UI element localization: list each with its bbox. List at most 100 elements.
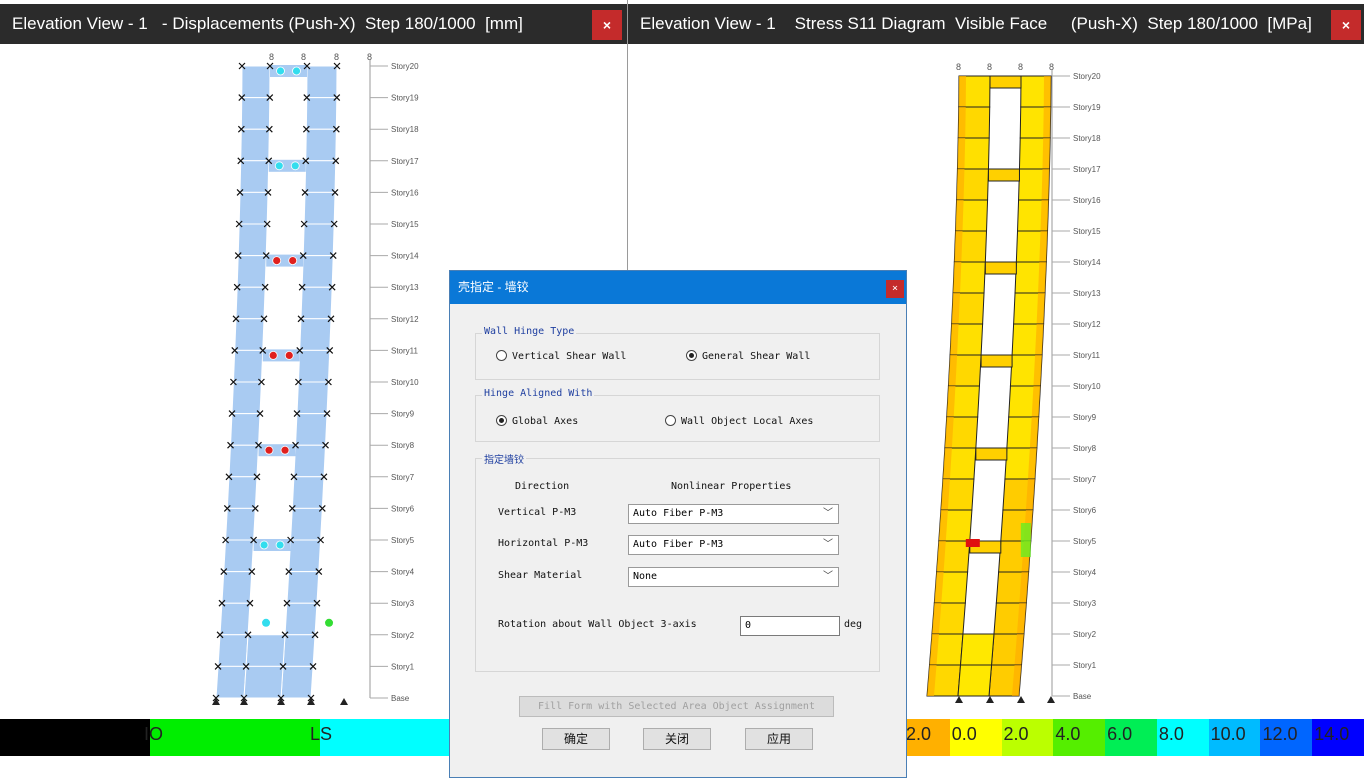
wall-pier-panel [305, 97, 338, 130]
support-icon [986, 696, 994, 703]
support-icon [955, 696, 963, 703]
radio-icon [496, 350, 507, 361]
stress-gradient-strip [1040, 200, 1049, 231]
shear-material-select[interactable]: None ﹀ [628, 567, 839, 587]
legend-tick-label: 6.0 [1107, 724, 1133, 744]
global-axes-radio[interactable]: Global Axes [496, 415, 578, 427]
wall-pier-panel [239, 160, 270, 193]
legend-label: LS [310, 724, 333, 744]
vertical-pm3-select[interactable]: Auto Fiber P-M3 ﹀ [628, 504, 839, 524]
wall-pier-panel [282, 634, 316, 667]
stress-gradient-strip [1036, 293, 1046, 324]
rotation-input[interactable]: 0 [740, 616, 840, 636]
wall-pier-panel [300, 286, 333, 320]
grid-bubble-label: 8 [301, 52, 306, 62]
story-label: Story9 [391, 410, 415, 419]
story-label: Story1 [391, 662, 415, 671]
general-shear-wall-radio[interactable]: General Shear Wall [686, 350, 810, 362]
right-pane-title: Elevation View - 1 Stress S11 Diagram Vi… [628, 4, 1364, 44]
vertical-shear-wall-radio[interactable]: Vertical Shear Wall [496, 350, 626, 362]
coupling-beam [262, 349, 300, 362]
rotation-label: Rotation about Wall Object 3-axis [498, 619, 697, 630]
story-label: Story4 [1073, 568, 1097, 577]
hinge-state-dot [275, 540, 285, 550]
stress-hotspot [965, 539, 980, 547]
dialog-close-button[interactable]: × [886, 280, 904, 298]
story-label: Story20 [1073, 72, 1101, 81]
hinge-state-dot [268, 350, 278, 360]
ok-button[interactable]: 确定 [542, 728, 610, 750]
story-label: Story17 [391, 157, 419, 166]
hinge-aligned-group: Hinge Aligned With Global Axes Wall Obje… [475, 388, 880, 442]
legend-tick-label: 10.0 [1210, 724, 1246, 744]
story-label: Story1 [1073, 661, 1097, 670]
support-icon [212, 698, 220, 705]
fill-form-button[interactable]: Fill Form with Selected Area Object Assi… [519, 696, 834, 717]
stress-gradient-strip [955, 200, 964, 231]
wall-local-axes-radio[interactable]: Wall Object Local Axes [665, 415, 813, 427]
coupling-beam [258, 444, 296, 457]
stress-gradient-strip [953, 262, 962, 293]
legend-color-segment [150, 719, 320, 756]
grid-bubble-label: 8 [987, 62, 992, 72]
coupling-beam [989, 75, 1022, 89]
wall-pier-panel [226, 476, 258, 509]
radio-icon [665, 415, 676, 426]
stress-gradient-strip [957, 138, 966, 169]
legend-tick-label: 2.0 [1003, 724, 1029, 744]
legend-tick-label: 8.0 [1158, 724, 1184, 744]
coupling-beam [270, 65, 307, 77]
grid-bubble-label: 8 [367, 52, 372, 62]
chevron-down-icon: ﹀ [823, 539, 833, 550]
wall-hinge-type-group: Wall Hinge Type Vertical Shear Wall Gene… [475, 326, 880, 380]
left-pane-close-button[interactable]: × [592, 10, 622, 40]
wall-pier-panel [225, 507, 256, 541]
wall-pier-panel [236, 255, 267, 288]
wall-pier-panel [238, 191, 269, 225]
stress-gradient-strip [956, 169, 965, 200]
hinge-state-dot [264, 445, 274, 455]
wall-pier-panel [284, 602, 318, 636]
story-label: Story20 [391, 62, 419, 71]
story-label: Story15 [391, 220, 419, 229]
wall-pier-panel [294, 413, 328, 446]
coupling-beam [987, 168, 1020, 182]
wall-pier-panel [228, 444, 260, 478]
stress-color-legend: -2.0 0.0 2.0 4.0 6.0 8.0 10.0 12.0 14.0 [898, 719, 1364, 756]
hinge-state-dot [288, 256, 298, 266]
stress-gradient-strip [1041, 169, 1050, 200]
wall-pier-panel [240, 97, 271, 130]
right-pane-close-button[interactable]: × [1331, 10, 1361, 40]
wall-pier-panel [288, 539, 322, 573]
close-button[interactable]: 关闭 [643, 728, 711, 750]
legend-color-segment [0, 719, 150, 756]
hinge-state-dot [280, 445, 290, 455]
horizontal-pm3-select[interactable]: Auto Fiber P-M3 ﹀ [628, 535, 839, 555]
story-label: Story4 [391, 568, 415, 577]
story-label: Story19 [1073, 103, 1101, 112]
wall-pier-panel [229, 413, 261, 446]
wall-pier-panel [240, 128, 270, 162]
stress-hotspot [1020, 523, 1031, 557]
hinge-state-dot [259, 540, 269, 550]
grid-bubble-label: 8 [269, 52, 274, 62]
story-label: Base [1073, 692, 1092, 701]
stress-gradient-strip [1042, 138, 1051, 169]
hinge-state-dot [274, 161, 284, 171]
story-label: Story16 [1073, 196, 1101, 205]
wall-pier-panel [237, 223, 268, 257]
wall-pier-panel [234, 318, 265, 351]
stress-gradient-strip [1038, 262, 1047, 293]
hinge-state-dot [290, 161, 300, 171]
apply-button[interactable]: 应用 [745, 728, 813, 750]
coupling-beam [266, 254, 304, 267]
radio-selected-icon [496, 415, 507, 426]
story-label: Story13 [391, 283, 419, 292]
story-label: Base [391, 694, 410, 703]
story-label: Story10 [391, 378, 419, 387]
vertical-pm3-label: Vertical P-M3 [498, 507, 577, 518]
grid-bubble-label: 8 [1049, 62, 1054, 72]
hinge-state-dot [262, 618, 271, 627]
story-label: Story7 [391, 473, 415, 482]
stress-gradient-strip [958, 107, 966, 138]
